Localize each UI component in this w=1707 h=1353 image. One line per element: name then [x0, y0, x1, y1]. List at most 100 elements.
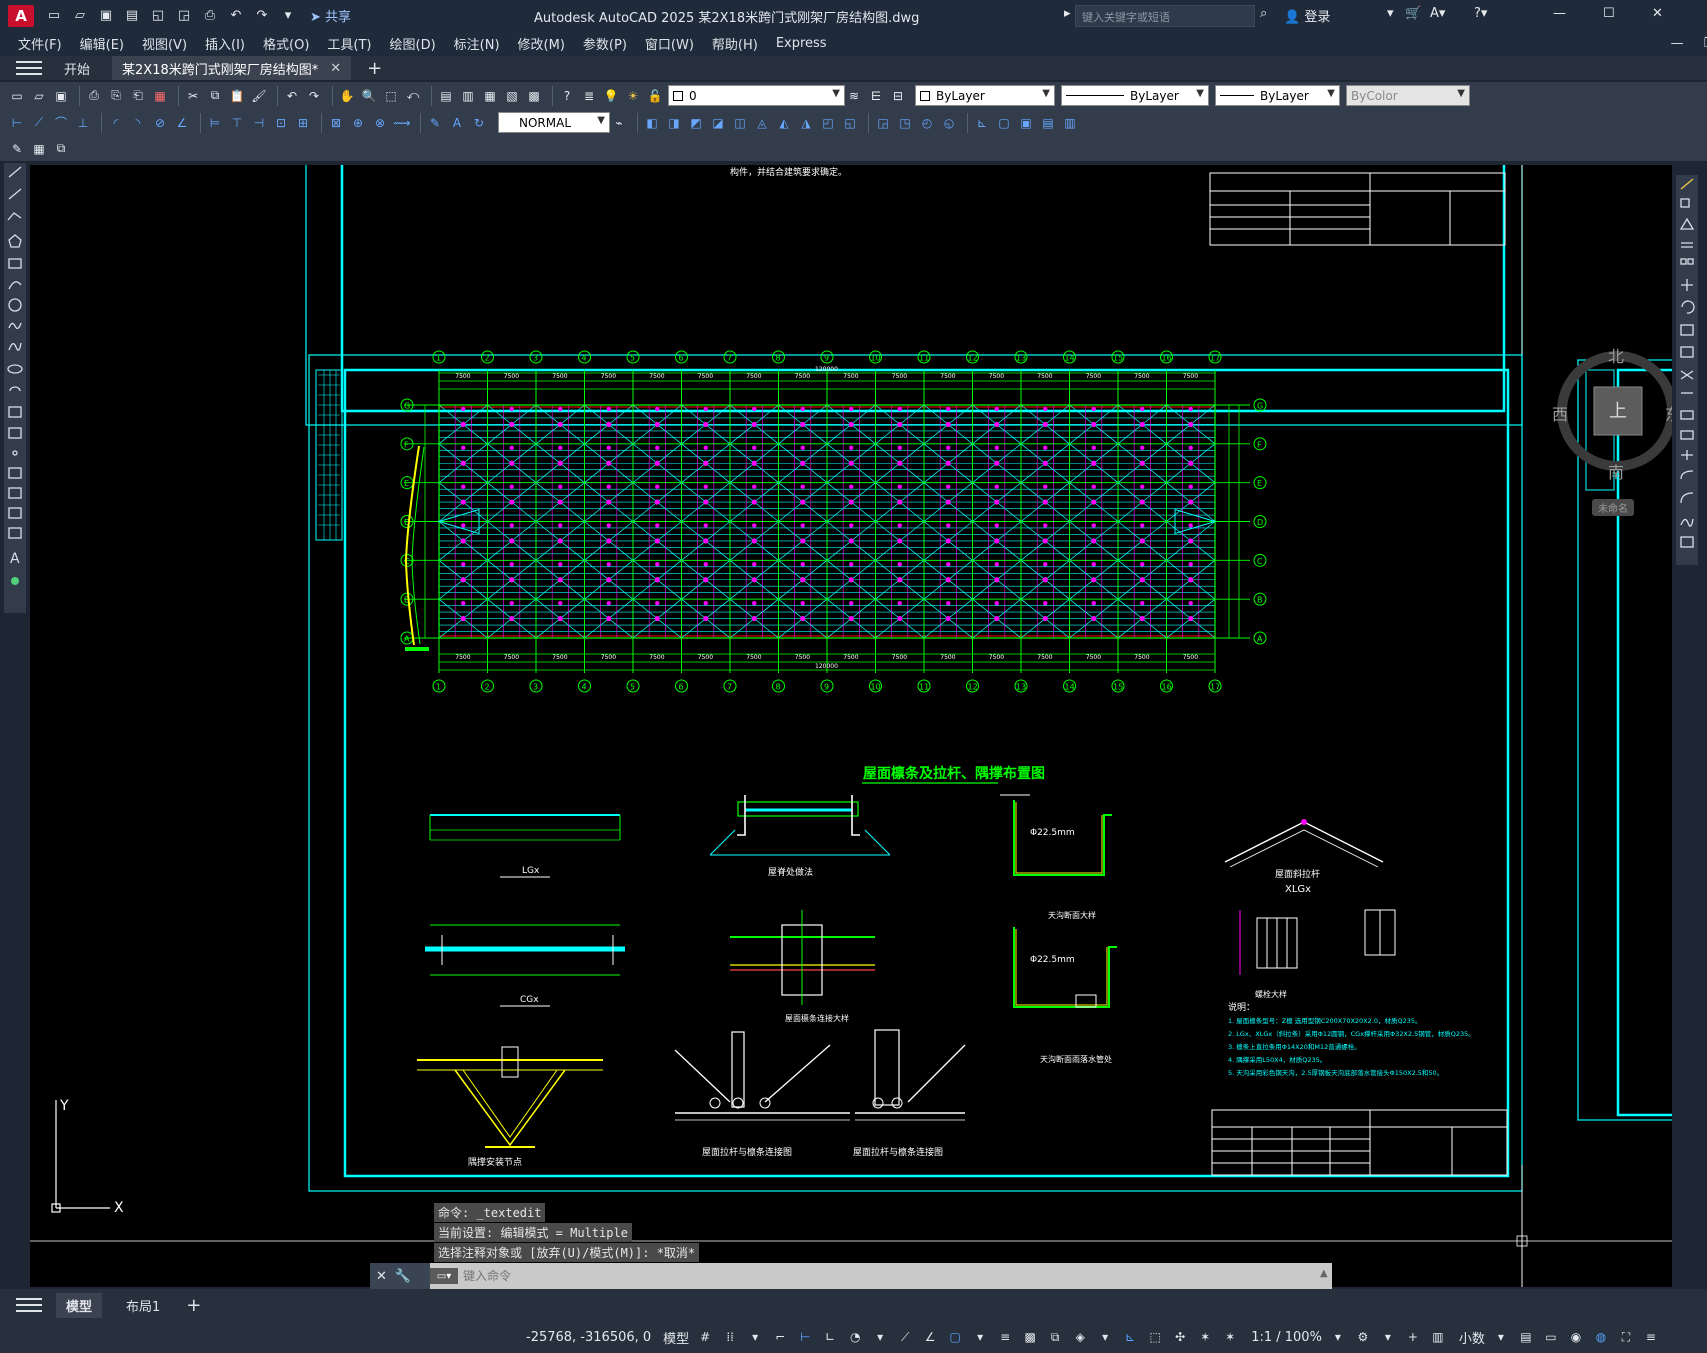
dim-style-manager-icon[interactable]: ⌁ [610, 114, 628, 132]
jogged-linear-icon[interactable]: ⟿ [393, 114, 411, 132]
3d-torus-icon[interactable]: ◬ [753, 114, 771, 132]
attribute-icon[interactable]: ▦ [30, 140, 48, 158]
graphics-performance-icon[interactable]: ◍ [1592, 1328, 1610, 1346]
save-icon[interactable]: ▣ [96, 6, 116, 26]
autocad-logo[interactable]: A [8, 4, 34, 27]
ucs-icon[interactable]: ⊾ [973, 114, 991, 132]
help-icon[interactable]: ?▾ [1474, 6, 1487, 21]
undo-icon[interactable]: ↶ [283, 87, 301, 105]
qat-dropdown-icon[interactable]: ▾ [278, 6, 298, 26]
3d-cylinder-icon[interactable]: ◫ [731, 114, 749, 132]
layer-properties-icon[interactable]: ≣ [580, 87, 598, 105]
layer-freeze-icon[interactable]: ☀ [624, 87, 642, 105]
close-command-line-icon[interactable]: ✕ [376, 1269, 387, 1284]
doc-restore-button[interactable]: ❐ [1704, 36, 1707, 51]
snap-dropdown-icon[interactable]: ▾ [746, 1328, 764, 1346]
customize-icon[interactable]: 🔧 [395, 1269, 411, 1284]
tab-layout1[interactable]: 布局1 [116, 1293, 170, 1318]
paste-icon[interactable]: 📋 [228, 87, 246, 105]
zoom-realtime-icon[interactable]: 🔍 [360, 87, 378, 105]
lineweight-display-icon[interactable]: ≡ [996, 1328, 1014, 1346]
baseline-dim-icon[interactable]: ⊤ [228, 114, 246, 132]
dimstyle-dropdown[interactable]: NORMAL ▼ [498, 112, 610, 133]
plot-preview-icon[interactable]: ⎘ [107, 87, 125, 105]
radius-dim-icon[interactable]: ◜ [107, 114, 125, 132]
render-icon[interactable]: ◲ [874, 114, 892, 132]
help-icon[interactable]: ? [558, 87, 576, 105]
dim-edit-icon[interactable]: ✎ [426, 114, 444, 132]
layout-menu-icon[interactable] [16, 1296, 42, 1314]
cut-icon[interactable]: ✂ [184, 87, 202, 105]
save-icon[interactable]: ▣ [52, 87, 70, 105]
menu-file[interactable]: 文件(F) [18, 34, 62, 53]
search-icon[interactable]: ⌕ [1260, 6, 1267, 21]
extrude-icon[interactable]: ◭ [775, 114, 793, 132]
3d-sphere-icon[interactable]: ◪ [709, 114, 727, 132]
tolerance-icon[interactable]: ⊠ [327, 114, 345, 132]
customization-icon[interactable]: ≡ [1642, 1328, 1660, 1346]
snap-icon[interactable]: ⁞⁞ [721, 1328, 739, 1346]
lock-ui-icon[interactable]: ▭ [1542, 1328, 1560, 1346]
gizmo-icon[interactable]: ✣ [1171, 1328, 1189, 1346]
aligned-dim-icon[interactable]: ⟋ [30, 114, 48, 132]
dim-update-icon[interactable]: ↻ [470, 114, 488, 132]
polar-icon[interactable]: ◔ [846, 1328, 864, 1346]
view-top-icon[interactable]: ▣ [1017, 114, 1035, 132]
layer-previous-icon[interactable]: ⋿ [867, 87, 885, 105]
sheet-set-icon[interactable]: ▧ [503, 87, 521, 105]
menu-help[interactable]: 帮助(H) [712, 34, 758, 53]
new-icon[interactable]: ▭ [8, 87, 26, 105]
workspace-gear-icon[interactable]: ⚙ [1354, 1328, 1372, 1346]
close-tab-icon[interactable]: ✕ [330, 61, 341, 76]
grid-icon[interactable]: # [696, 1328, 714, 1346]
undo-icon[interactable]: ↶ [226, 6, 246, 26]
center-mark-icon[interactable]: ⊕ [349, 114, 367, 132]
cart-icon[interactable]: 🛒 [1405, 6, 1421, 21]
units-dropdown[interactable]: 小数 [1459, 1328, 1485, 1347]
viewcube-top-label[interactable]: 上 [1609, 397, 1627, 423]
materials-icon[interactable]: ◵ [940, 114, 958, 132]
model-space-button[interactable]: 模型 [663, 1328, 689, 1347]
object-snap-dropdown-icon[interactable]: ▾ [971, 1328, 989, 1346]
command-input[interactable]: 键入命令 [463, 1267, 511, 1284]
units-dropdown-icon[interactable]: ▾ [1492, 1328, 1510, 1346]
coordinate-readout[interactable]: -25768, -316506, 0 [526, 1330, 651, 1345]
menu-edit[interactable]: 编辑(E) [80, 34, 124, 53]
save-web-icon[interactable]: ◲ [174, 6, 194, 26]
angular-dim-icon[interactable]: ∠ [173, 114, 191, 132]
3d-osnap-dropdown-icon[interactable]: ▾ [1096, 1328, 1114, 1346]
share-button[interactable]: ➤ 共享 [310, 6, 351, 25]
isodraft-icon[interactable]: ⟋ [896, 1328, 914, 1346]
units-icon[interactable]: ▥ [1429, 1328, 1447, 1346]
menu-draw[interactable]: 绘图(D) [390, 34, 436, 53]
lineweight-dropdown[interactable]: ByLayer ▼ [1215, 85, 1340, 106]
redo-icon[interactable]: ↷ [305, 87, 323, 105]
shade-icon[interactable]: ◳ [896, 114, 914, 132]
view-iso-icon[interactable]: ▥ [1061, 114, 1079, 132]
plot-icon[interactable]: ⎙ [200, 6, 220, 26]
tab-model[interactable]: 模型 [56, 1292, 103, 1318]
plotstyle-dropdown[interactable]: ByColor ▼ [1346, 85, 1470, 106]
selection-cycling-icon[interactable]: ⧉ [1046, 1328, 1064, 1346]
command-prompt-icon[interactable]: ▭▾ [430, 1268, 458, 1284]
polar-dropdown-icon[interactable]: ▾ [871, 1328, 889, 1346]
close-button[interactable]: ✕ [1652, 6, 1663, 21]
compass-south-label[interactable]: 南 [1608, 459, 1624, 483]
command-history-toggle-icon[interactable]: ▲ [1320, 1268, 1328, 1279]
properties-icon[interactable]: ▤ [437, 87, 455, 105]
view-front-icon[interactable]: ▢ [995, 114, 1013, 132]
clean-screen-icon[interactable]: ⛶ [1617, 1328, 1635, 1346]
annotation-scale[interactable]: 1:1 / 100% [1251, 1330, 1322, 1345]
quick-dim-icon[interactable]: ⊨ [206, 114, 224, 132]
new-tab-button[interactable]: + [367, 58, 382, 79]
calculator-icon[interactable]: ▩ [525, 87, 543, 105]
linetype-dropdown[interactable]: ByLayer ▼ [1061, 85, 1209, 106]
menu-tools[interactable]: 工具(T) [327, 34, 371, 53]
layer-on-icon[interactable]: 💡 [602, 87, 620, 105]
minimize-button[interactable]: — [1553, 6, 1566, 21]
ordinate-dim-icon[interactable]: ⊥ [74, 114, 92, 132]
continue-dim-icon[interactable]: ⊣ [250, 114, 268, 132]
selection-filter-icon[interactable]: ⬚ [1146, 1328, 1164, 1346]
login-button[interactable]: 👤 登录 [1284, 6, 1330, 25]
compass-east-label[interactable]: 东 [1665, 401, 1672, 425]
